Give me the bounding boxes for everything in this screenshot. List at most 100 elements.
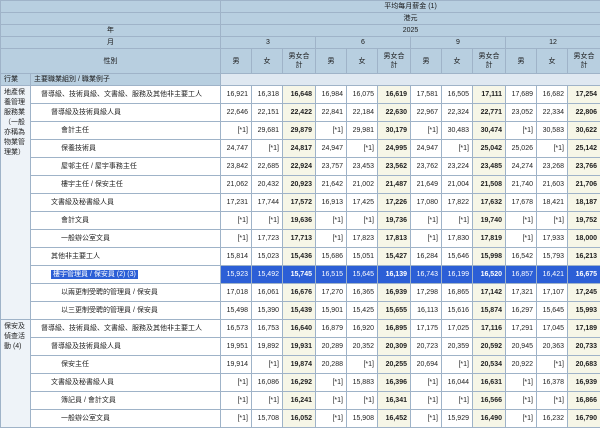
wage-cell: 23,842	[221, 158, 252, 176]
wage-cell: [*1]	[347, 356, 378, 374]
total-wage-cell: 25,142	[568, 140, 600, 158]
table-row[interactable]: 屋邨主任 / 屋宇事務主任23,84222,68522,92423,75723,…	[1, 158, 600, 176]
occupation-label[interactable]: 文書級及秘書級人員	[31, 374, 221, 392]
wage-cell: 16,421	[537, 266, 568, 284]
total-wage-cell: 25,042	[473, 140, 506, 158]
total-wage-cell: 16,052	[283, 410, 316, 428]
total-wage-cell: 23,485	[473, 158, 506, 176]
total-wage-cell: 15,745	[283, 266, 316, 284]
wage-cell: [*1]	[506, 212, 537, 230]
table-row[interactable]: 會計主任[*1]29,68129,879[*1]29,98130,179[*1]…	[1, 122, 600, 140]
total-wage-cell: 17,116	[473, 320, 506, 338]
table-row[interactable]: 會計文員[*1][*1]19,636[*1][*1]19,736[*1][*1]…	[1, 212, 600, 230]
total-wage-cell: 16,866	[568, 392, 600, 410]
occupation-label-text: 文書級及秘書級人員	[51, 199, 114, 206]
occupation-label-text: 一般辦公室文員	[61, 415, 110, 422]
wage-cell: 22,967	[411, 104, 442, 122]
wage-cell: [*1]	[221, 410, 252, 428]
wage-cell: [*1]	[316, 230, 347, 248]
table-row[interactable]: 樓宇主任 / 保安主任21,06220,43220,92321,64221,00…	[1, 176, 600, 194]
wage-cell: 15,686	[316, 248, 347, 266]
occupation-label[interactable]: 會計主任	[31, 122, 221, 140]
table-row[interactable]: 督導級及技術員級人員22,64622,15122,42222,84122,184…	[1, 104, 600, 122]
table-row[interactable]: 以三更制受聘的管理員 / 保安員15,49815,39015,43915,901…	[1, 302, 600, 320]
occupation-label-text: 督導級及技術員級人員	[51, 343, 121, 350]
total-wage-cell: 16,939	[568, 374, 600, 392]
sex-column-header: 女	[252, 49, 283, 74]
occupation-label-text: 簿記員 / 會計文員	[61, 397, 116, 404]
wage-cell: 16,573	[221, 320, 252, 338]
wage-cell: [*1]	[537, 140, 568, 158]
wage-cell: 17,080	[411, 194, 442, 212]
total-wage-cell: 16,341	[378, 392, 411, 410]
occupation-label[interactable]: 會計文員	[31, 212, 221, 230]
wage-cell: 30,583	[537, 122, 568, 140]
total-wage-cell: 22,422	[283, 104, 316, 122]
header-corner	[1, 13, 221, 25]
occupation-label[interactable]: 其他非主要工人	[31, 248, 221, 266]
occupation-label[interactable]: 督導級及技術員級人員	[31, 104, 221, 122]
table-row[interactable]: 以兩更制受聘的管理員 / 保安員17,01816,06116,67617,270…	[1, 284, 600, 302]
occupation-label[interactable]: 督導級、技術員級、文書級、服務及其他非主要工人	[31, 86, 221, 104]
wage-cell: 16,857	[506, 266, 537, 284]
wage-cell: [*1]	[252, 212, 283, 230]
table-row[interactable]: 樓宇管理員 / 保安員 (2) (3)15,92315,49215,74516,…	[1, 266, 600, 284]
occupation-label[interactable]: 簿記員 / 會計文員	[31, 392, 221, 410]
table-row[interactable]: 其他非主要工人15,81415,02315,43615,68615,05115,…	[1, 248, 600, 266]
wage-cell: 17,744	[252, 194, 283, 212]
table-row[interactable]: 地產保養管理服務業（一般亦稱為物業管理業）督導級、技術員級、文書級、服務及其他非…	[1, 86, 600, 104]
table-row[interactable]: 保安主任19,914[*1]19,87420,288[*1]20,25520,6…	[1, 356, 600, 374]
occupation-label-text: 屋邨主任 / 屋宇事務主任	[61, 163, 137, 170]
wage-cell: 21,002	[347, 176, 378, 194]
table-row[interactable]: 督導級及技術員級人員19,95119,89219,93120,28920,352…	[1, 338, 600, 356]
occupation-label[interactable]: 樓宇主任 / 保安主任	[31, 176, 221, 194]
occupation-label-text: 保安主任	[61, 361, 89, 368]
year-label: 年	[1, 25, 221, 37]
table-row[interactable]: 一般辦公室文員[*1]15,70816,052[*1]15,90816,452[…	[1, 410, 600, 428]
table-row[interactable]: 保安及偵查活動 (4)督導級、技術員級、文書級、服務及其他非主要工人16,573…	[1, 320, 600, 338]
sex-column-header: 女	[347, 49, 378, 74]
sex-column-header: 女	[442, 49, 473, 74]
occupation-label[interactable]: 屋邨主任 / 屋宇事務主任	[31, 158, 221, 176]
occupation-label[interactable]: 樓宇管理員 / 保安員 (2) (3)	[31, 266, 221, 284]
wage-cell: [*1]	[506, 122, 537, 140]
wage-cell: 19,892	[252, 338, 283, 356]
wage-cell: 15,498	[221, 302, 252, 320]
wage-cell: 15,645	[347, 266, 378, 284]
occupation-label[interactable]: 一般辦公室文員	[31, 230, 221, 248]
occupation-label[interactable]: 以兩更制受聘的管理員 / 保安員	[31, 284, 221, 302]
occupation-label[interactable]: 保安主任	[31, 356, 221, 374]
wage-cell: 22,324	[442, 104, 473, 122]
table-row[interactable]: 文書級及秘書級人員[*1]16,08616,292[*1]15,88316,39…	[1, 374, 600, 392]
wage-cell: [*1]	[252, 140, 283, 158]
wage-cell: 17,581	[411, 86, 442, 104]
table-row[interactable]: 一般辦公室文員[*1]17,72317,713[*1]17,82317,813[…	[1, 230, 600, 248]
occupation-label[interactable]: 督導級、技術員級、文書級、服務及其他非主要工人	[31, 320, 221, 338]
occupation-label[interactable]: 以三更制受聘的管理員 / 保安員	[31, 302, 221, 320]
occupation-label-text: 樓宇管理員 / 保安員 (2) (3)	[51, 270, 138, 279]
wage-cell: 17,933	[537, 230, 568, 248]
occupation-label[interactable]: 文書級及秘書級人員	[31, 194, 221, 212]
wage-cell: [*1]	[506, 410, 537, 428]
wage-cell: 20,922	[506, 356, 537, 374]
total-wage-cell: 22,630	[378, 104, 411, 122]
occupation-label[interactable]: 保養技術員	[31, 140, 221, 158]
total-wage-cell: 20,733	[568, 338, 600, 356]
occupation-label[interactable]: 督導級及技術員級人員	[31, 338, 221, 356]
wage-cell: 17,298	[411, 284, 442, 302]
wage-cell: [*1]	[347, 392, 378, 410]
total-wage-cell: 19,931	[283, 338, 316, 356]
total-wage-cell: 22,924	[283, 158, 316, 176]
total-wage-cell: 16,452	[378, 410, 411, 428]
wage-cell: 15,923	[221, 266, 252, 284]
sex-column-header: 男	[411, 49, 442, 74]
wage-cell: [*1]	[442, 356, 473, 374]
table-row[interactable]: 文書級及秘書級人員17,23117,74417,57216,91317,4251…	[1, 194, 600, 212]
table-row[interactable]: 保養技術員24,747[*1]24,81724,947[*1]24,99524,…	[1, 140, 600, 158]
occupation-label[interactable]: 一般辦公室文員	[31, 410, 221, 428]
table-row[interactable]: 簿記員 / 會計文員[*1][*1]16,241[*1][*1]16,341[*…	[1, 392, 600, 410]
wage-cell: 20,359	[442, 338, 473, 356]
wage-cell: 15,051	[347, 248, 378, 266]
wage-cell: 17,822	[442, 194, 473, 212]
industry-category-label: 保安及偵查活動 (4)	[1, 320, 31, 428]
